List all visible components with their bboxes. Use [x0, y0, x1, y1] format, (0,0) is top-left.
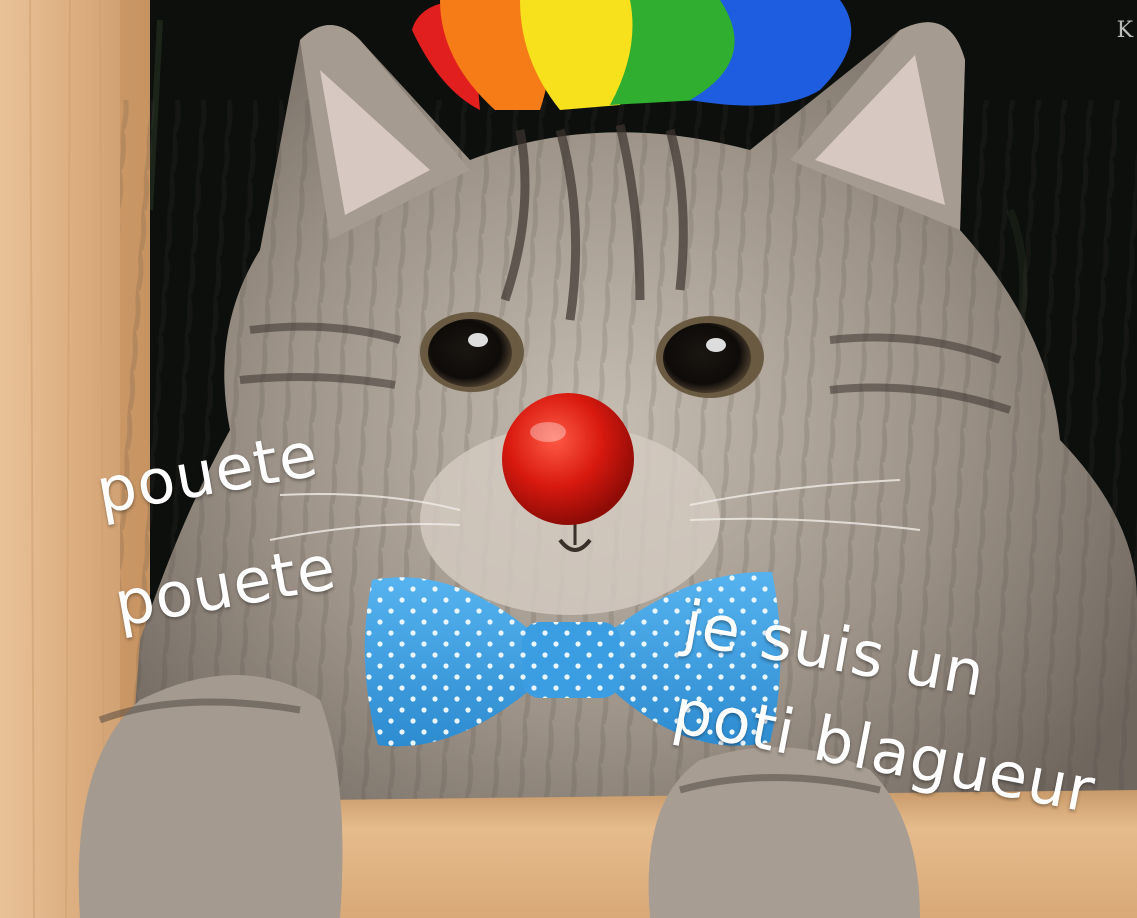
meme-image: pouete pouete je suis un poti blagueur K — [0, 0, 1137, 918]
clown-nose — [502, 393, 634, 525]
corner-watermark: K — [1116, 18, 1133, 43]
rainbow-wig — [412, 0, 852, 110]
